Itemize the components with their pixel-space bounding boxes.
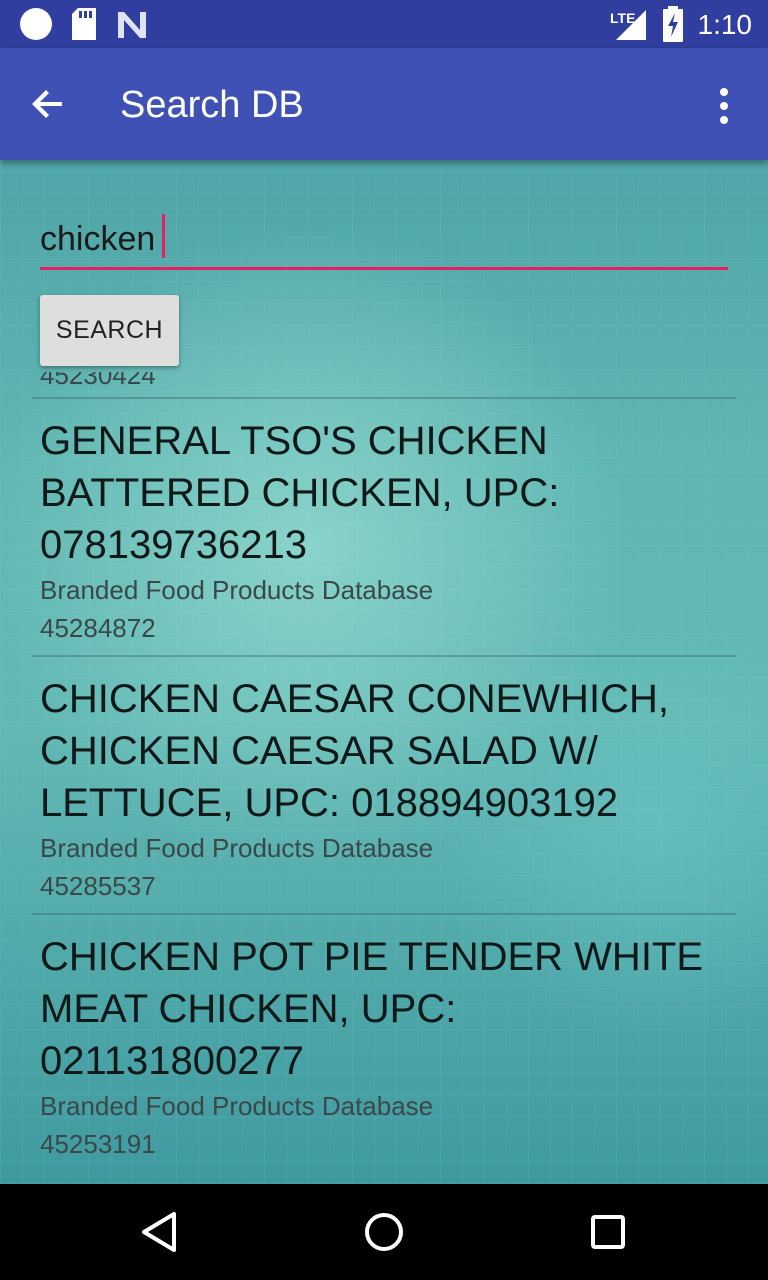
- sd-card-icon: [72, 8, 96, 40]
- arrow-back-icon[interactable]: [24, 80, 72, 128]
- text-cursor: [162, 214, 165, 258]
- list-item[interactable]: GENERAL TSO'S CHICKEN BATTERED CHICKEN, …: [32, 399, 736, 655]
- results-list[interactable]: 45230424 GENERAL TSO'S CHICKEN BATTERED …: [0, 372, 768, 1184]
- item-name: CHICKEN CAESAR CONEWHICH, CHICKEN CAESAR…: [40, 677, 669, 825]
- item-id: 45285537: [40, 871, 156, 901]
- home-circle-icon[interactable]: [360, 1208, 408, 1256]
- circle-notification-icon: [20, 8, 52, 40]
- page-title: Search DB: [120, 84, 304, 126]
- item-source: Branded Food Products Database: [40, 833, 434, 863]
- item-source: Branded Food Products Database: [40, 1091, 434, 1121]
- content-area: SEARCH 45230424 GENERAL TSO'S CHICKEN BA…: [0, 160, 768, 1184]
- item-source: Branded Food Products Database: [40, 575, 434, 605]
- partial-item-id: 45230424: [40, 372, 156, 390]
- status-bar: LTE 1:10: [0, 0, 768, 48]
- item-id: 45284872: [40, 613, 156, 643]
- item-name: GENERAL TSO'S CHICKEN BATTERED CHICKEN, …: [40, 419, 560, 567]
- list-item[interactable]: CHICKEN CAESAR CONEWHICH, CHICKEN CAESAR…: [32, 657, 736, 913]
- search-input[interactable]: [40, 212, 728, 270]
- battery-charging-icon: [663, 6, 683, 42]
- n-notification-icon: [118, 12, 146, 38]
- item-id: 45253191: [40, 1129, 156, 1159]
- back-triangle-icon[interactable]: [136, 1208, 184, 1256]
- status-time: 1:10: [697, 9, 753, 40]
- item-name: CHICKEN POT PIE TENDER WHITE MEAT CHICKE…: [40, 935, 704, 1083]
- list-item[interactable]: CHICKEN POT PIE TENDER WHITE MEAT CHICKE…: [32, 915, 736, 1171]
- navigation-bar: [0, 1184, 768, 1280]
- app-bar: Search DB: [0, 48, 768, 160]
- search-button[interactable]: SEARCH: [40, 295, 179, 366]
- recents-square-icon[interactable]: [584, 1208, 632, 1256]
- signal-icon: [616, 10, 646, 40]
- more-vert-icon[interactable]: [700, 82, 748, 130]
